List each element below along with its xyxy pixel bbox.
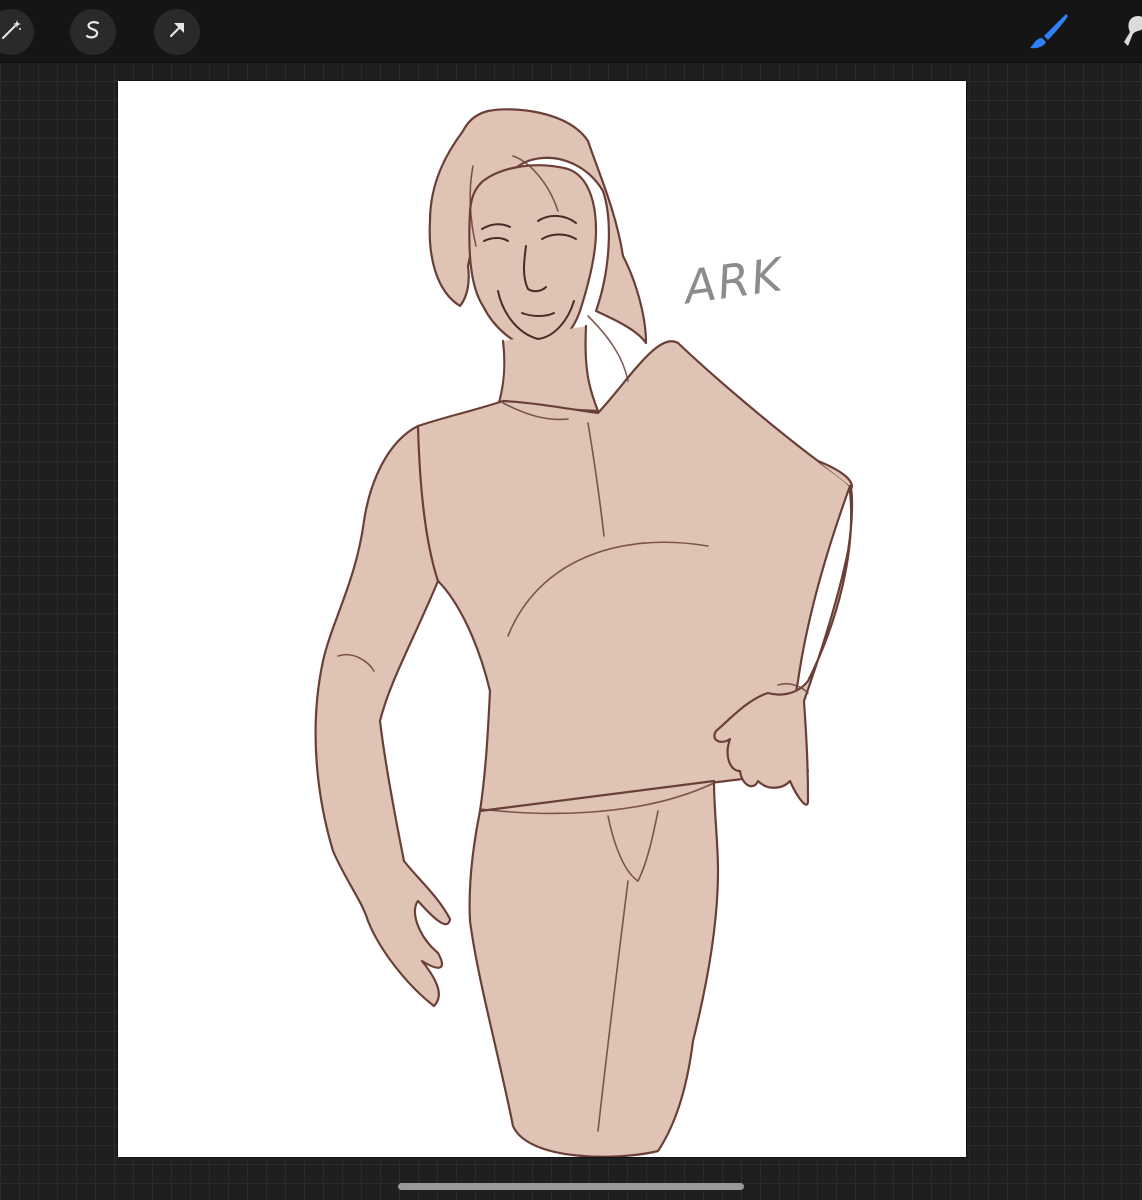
figure-sketch: ARK bbox=[314, 108, 854, 1157]
brush-icon bbox=[1026, 14, 1070, 56]
smudge-tool-button[interactable] bbox=[1120, 12, 1142, 52]
adjustments-button[interactable] bbox=[0, 9, 34, 55]
legs bbox=[468, 779, 720, 1157]
brush-tool-button[interactable] bbox=[1026, 12, 1070, 52]
transform-button[interactable] bbox=[154, 9, 200, 55]
selection-s-icon bbox=[81, 18, 105, 47]
drawing-canvas[interactable]: ARK bbox=[118, 81, 966, 1157]
signature-text: ARK bbox=[678, 247, 789, 315]
arrow-cursor-icon bbox=[165, 18, 189, 47]
magic-wand-icon bbox=[0, 18, 23, 47]
smudge-icon bbox=[1120, 16, 1142, 56]
procreate-workspace: ARK bbox=[0, 0, 1142, 1200]
face bbox=[468, 164, 598, 351]
home-indicator-bar[interactable] bbox=[398, 1183, 744, 1190]
selection-button[interactable] bbox=[70, 9, 116, 55]
top-toolbar bbox=[0, 0, 1142, 63]
